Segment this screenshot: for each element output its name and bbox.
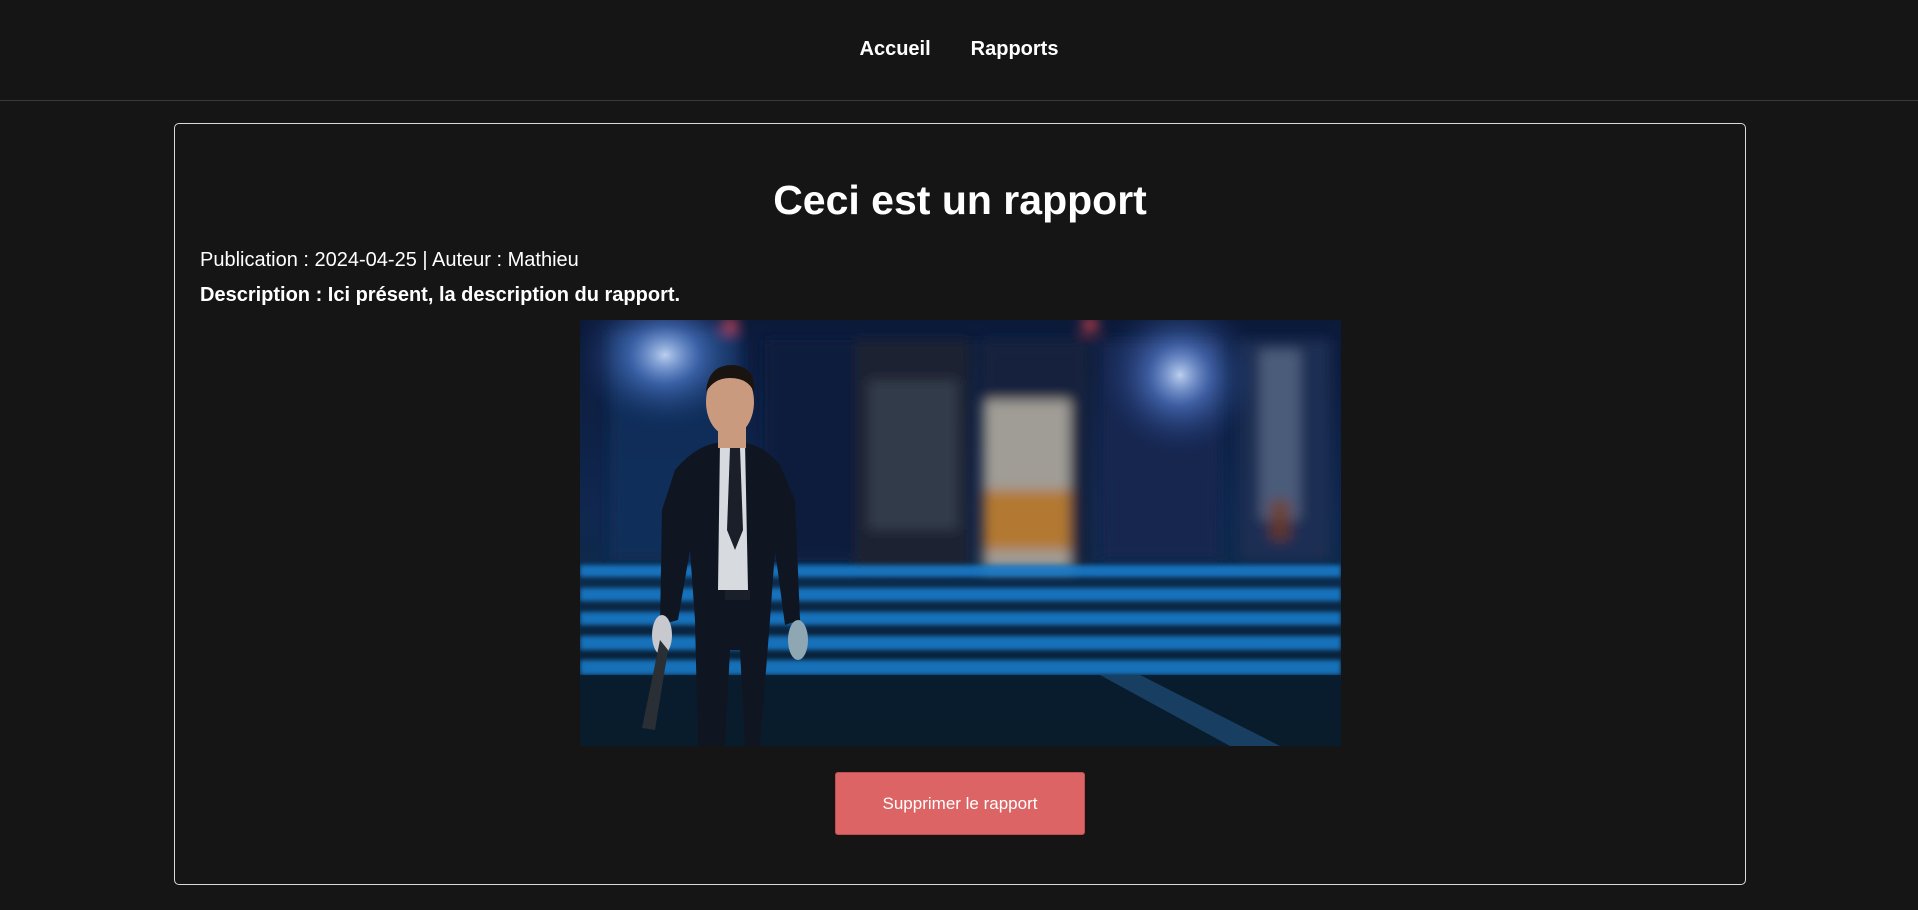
report-description: Description : Ici présent, la descriptio…	[200, 284, 681, 306]
top-navigation: Accueil Rapports	[0, 0, 1918, 101]
report-meta: Publication : 2024-04-25 | Auteur : Math…	[200, 249, 579, 271]
report-title: Ceci est un rapport	[773, 177, 1147, 223]
report-card: Ceci est un rapport Publication : 2024-0…	[174, 123, 1746, 885]
delete-report-button[interactable]: Supprimer le rapport	[835, 772, 1085, 835]
nav-link-accueil[interactable]: Accueil	[860, 38, 931, 61]
nav-link-rapports[interactable]: Rapports	[971, 38, 1059, 61]
report-image	[580, 320, 1341, 746]
